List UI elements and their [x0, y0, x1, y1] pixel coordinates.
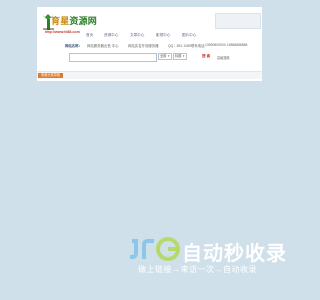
- category-select[interactable]: 全部 ▼: [158, 53, 172, 60]
- watermark-title: 自动秒收录: [182, 243, 287, 265]
- advanced-search-link[interactable]: 高级搜索: [217, 55, 230, 60]
- watermark: 自动秒收录 做上链接→来访一次→自动收录: [128, 236, 288, 282]
- search-button[interactable]: 搜 索: [202, 54, 210, 59]
- category-bar: 资源分类导航: [37, 71, 262, 79]
- page: 育星资源网 http://www.hi88.com 首页 资源中心 文章中心 影…: [0, 0, 300, 300]
- type-select[interactable]: 标题 ▼: [173, 53, 187, 60]
- logo-url: http://www.hi88.com: [45, 30, 80, 34]
- nav-item-articles[interactable]: 文章中心: [130, 33, 144, 38]
- wr-logo-icon: [130, 237, 180, 261]
- site-header: 育星资源网 http://www.hi88.com 首页 资源中心 文章中心 影…: [37, 7, 262, 81]
- type-select-value: 标题: [175, 54, 182, 58]
- logo-title: 育星资源网: [51, 14, 97, 27]
- chevron-down-icon: ▼: [167, 54, 170, 58]
- header-banner-box: [215, 13, 261, 29]
- category-select-value: 全部: [160, 54, 167, 58]
- search-input[interactable]: [69, 53, 157, 62]
- info-item: QQ：891-1089: [168, 44, 191, 48]
- chevron-down-icon: ▼: [182, 54, 185, 58]
- info-item[interactable]: 网站服务器出售 中心: [87, 43, 118, 48]
- nav-item-videos[interactable]: 影视中心: [156, 33, 170, 38]
- info-item[interactable]: 网站实名开设服务器: [128, 43, 159, 48]
- info-label: 网站名称：: [65, 44, 82, 48]
- info-item: 联系电话: [191, 44, 205, 48]
- search-area: 全部 ▼ 标题 ▼ 搜 索 高级搜索: [69, 53, 259, 65]
- info-item: 13590800000 15888888888: [205, 43, 248, 47]
- logo-title-part-a: 育星: [51, 16, 70, 26]
- watermark-subtitle: 做上链接→来访一次→自动收录: [138, 265, 257, 274]
- nav-item-resources[interactable]: 资源中心: [104, 33, 118, 38]
- nav-item-home[interactable]: 首页: [86, 33, 93, 38]
- logo-title-part-b: 资源网: [69, 16, 98, 26]
- nav-item-images[interactable]: 图片中心: [182, 33, 196, 38]
- site-info-row: 网站名称： 网站服务器出售 中心 网站实名开设服务器 QQ：891-1089 联…: [65, 43, 261, 51]
- category-nav-button[interactable]: 资源分类导航: [38, 73, 64, 78]
